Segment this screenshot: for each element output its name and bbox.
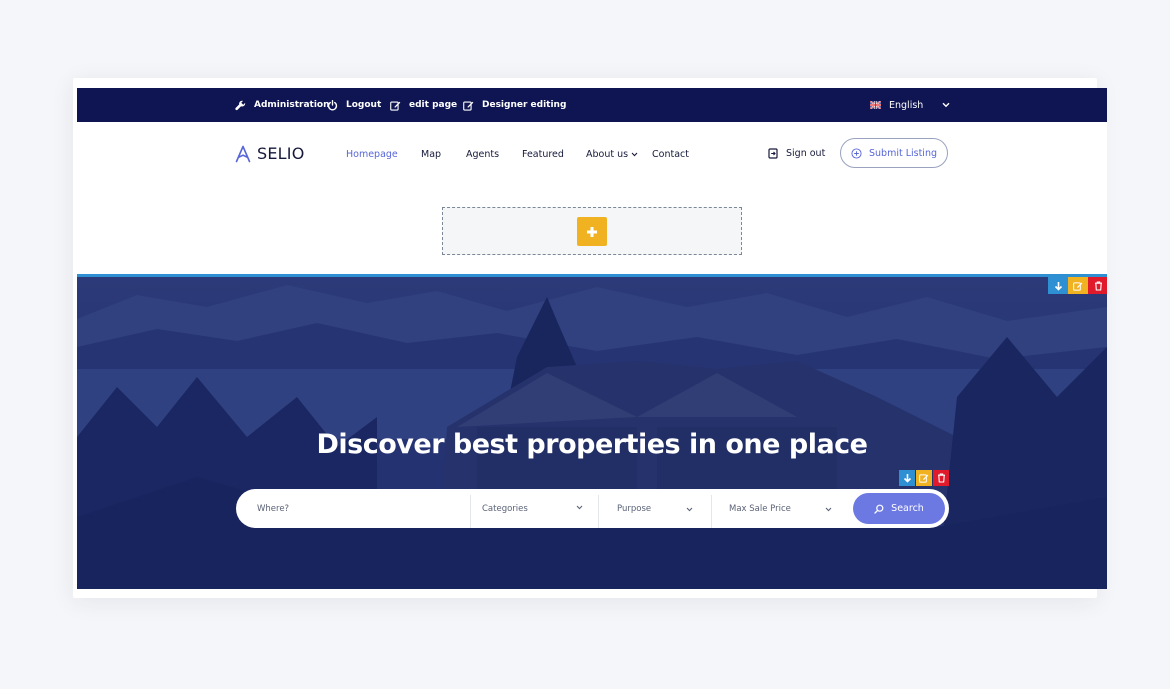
nav-about-us-label: About us	[586, 149, 629, 160]
edit-icon	[463, 100, 474, 111]
admin-edit-page-label: edit page	[409, 100, 458, 110]
purpose-select[interactable]: Purpose	[617, 489, 707, 528]
widget-delete-button[interactable]	[933, 470, 949, 486]
max-price-select[interactable]: Max Sale Price	[729, 489, 839, 528]
site-header: SELIO Homepage Map Agents Featured About…	[77, 122, 1107, 274]
search-icon	[874, 504, 884, 514]
max-price-label: Max Sale Price	[729, 503, 791, 514]
search-separator	[711, 495, 712, 528]
nav-homepage[interactable]: Homepage	[346, 149, 398, 160]
language-label: English	[889, 99, 924, 111]
arrow-down-icon	[903, 474, 911, 483]
where-placeholder: Where?	[257, 503, 290, 514]
hero-section: Discover best properties in one place Wh…	[77, 277, 1107, 589]
widget-move-down-button[interactable]	[899, 470, 915, 486]
nav-agents[interactable]: Agents	[466, 149, 499, 160]
edit-icon	[390, 100, 401, 111]
where-input[interactable]: Where?	[257, 489, 467, 528]
logo-icon	[235, 145, 251, 162]
trash-icon	[937, 473, 945, 483]
hero-title: Discover best properties in one place	[316, 429, 868, 460]
search-separator	[470, 495, 471, 528]
nav-map[interactable]: Map	[421, 149, 441, 160]
edit-icon	[1073, 281, 1083, 291]
admin-logout-label: Logout	[346, 100, 382, 110]
purpose-label: Purpose	[617, 503, 652, 514]
trash-icon	[1094, 280, 1102, 291]
admin-designer-editing-link[interactable]: Designer editing	[463, 88, 566, 122]
plus-icon	[587, 226, 597, 237]
search-button-label: Search	[891, 503, 924, 514]
language-selector[interactable]: English	[870, 88, 950, 122]
admin-logout-link[interactable]: Logout	[327, 88, 381, 122]
property-search-bar: Where? Categories Purpose Max Sale Price…	[236, 489, 949, 528]
chevron-down-icon	[686, 507, 693, 512]
sign-out-label: Sign out	[786, 148, 826, 159]
widget-edit-button[interactable]	[916, 470, 932, 486]
sign-out-icon	[768, 148, 778, 159]
uk-flag-icon	[870, 101, 881, 109]
widget-drop-zone	[442, 207, 742, 255]
plus-circle-icon	[851, 147, 862, 159]
chevron-down-icon	[825, 507, 832, 512]
section-delete-button[interactable]	[1088, 277, 1107, 294]
section-move-down-button[interactable]	[1048, 277, 1068, 294]
nav-featured[interactable]: Featured	[522, 149, 564, 160]
submit-listing-label: Submit Listing	[868, 147, 938, 159]
categories-label: Categories	[482, 503, 528, 514]
power-icon	[327, 99, 338, 110]
admin-designer-editing-label: Designer editing	[482, 100, 567, 110]
nav-contact[interactable]: Contact	[652, 149, 689, 160]
nav-about-us[interactable]: About us	[586, 149, 638, 160]
chevron-down-icon	[942, 102, 950, 108]
admin-bar: Administration Logout edit page Designer…	[77, 88, 1107, 122]
chevron-down-icon	[576, 505, 583, 510]
chevron-down-icon	[631, 152, 638, 157]
submit-listing-button[interactable]: Submit Listing	[840, 138, 948, 168]
site-logo[interactable]: SELIO	[235, 144, 305, 163]
add-widget-button[interactable]	[577, 217, 607, 246]
search-button[interactable]: Search	[853, 493, 945, 524]
admin-administration-label: Administration	[254, 100, 330, 110]
admin-administration-link[interactable]: Administration	[235, 88, 330, 122]
edit-icon	[919, 474, 929, 483]
sign-out-link[interactable]: Sign out	[768, 148, 825, 159]
admin-edit-page-link[interactable]: edit page	[390, 88, 457, 122]
section-edit-button[interactable]	[1068, 277, 1088, 294]
arrow-down-icon	[1054, 281, 1062, 291]
search-separator	[598, 495, 599, 528]
wrench-icon	[235, 100, 246, 110]
logo-text: SELIO	[257, 144, 305, 163]
